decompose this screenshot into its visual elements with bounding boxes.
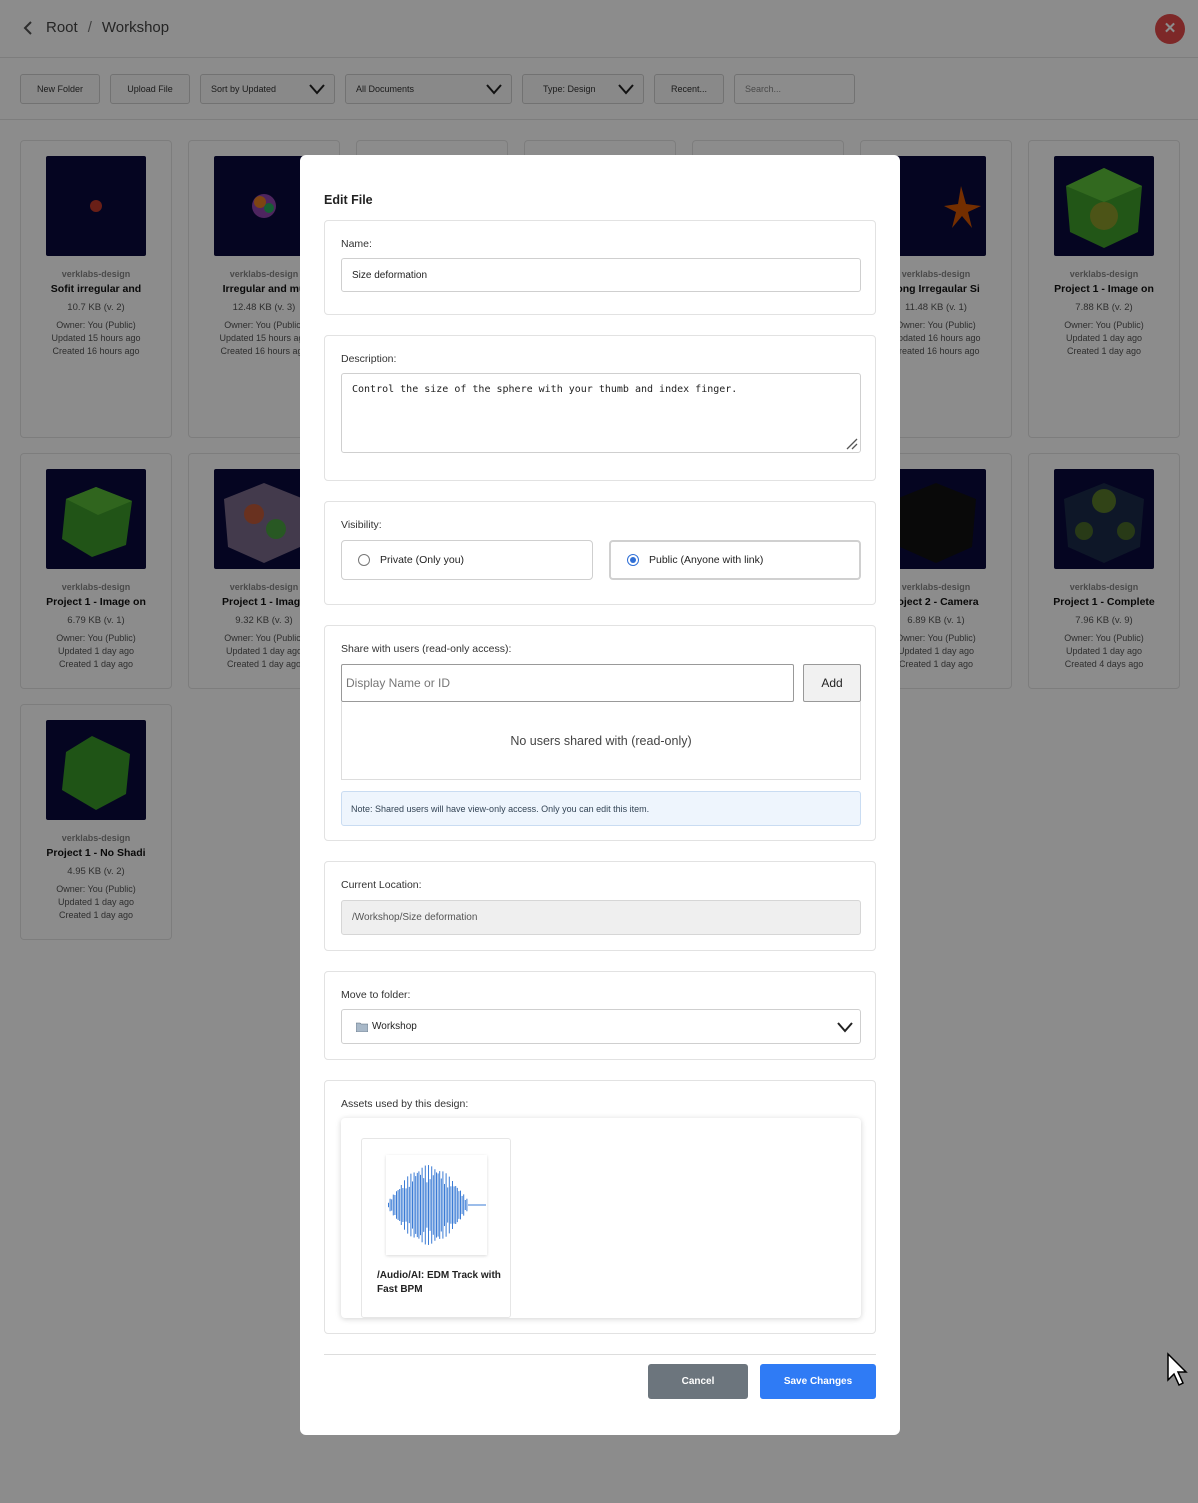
description-section: Description: Control the size of the sph…: [324, 335, 876, 481]
description-field[interactable]: Control the size of the sphere with your…: [341, 373, 861, 453]
empty-state-text: No users shared with (read-only): [510, 733, 692, 748]
waveform-icon: [386, 1155, 487, 1255]
visibility-section: Visibility: Private (Only you) Public (A…: [324, 501, 876, 605]
location-field: /Workshop/Size deformation: [341, 900, 861, 935]
name-label: Name:: [341, 238, 372, 250]
name-field-value: Size deformation: [352, 269, 428, 281]
public-option-label: Public (Anyone with link): [649, 554, 764, 566]
shared-users-list: No users shared with (read-only): [341, 702, 861, 780]
private-option[interactable]: Private (Only you): [341, 540, 593, 580]
save-changes-button[interactable]: Save Changes: [760, 1364, 876, 1399]
edit-file-dialog: Edit File Name: Size deformation Descrip…: [300, 155, 900, 1435]
share-user-input[interactable]: Display Name or ID: [341, 664, 794, 702]
name-field[interactable]: Size deformation: [341, 258, 861, 292]
share-label: Share with users (read-only access):: [341, 643, 512, 655]
radio-checked-icon[interactable]: [627, 554, 639, 566]
share-note: Note: Shared users will have view-only a…: [341, 791, 861, 826]
public-option[interactable]: Public (Anyone with link): [609, 540, 861, 580]
assets-section: Assets used by this design: /Audio/AI: E…: [324, 1080, 876, 1334]
private-option-label: Private (Only you): [380, 554, 465, 566]
footer-divider: [324, 1354, 876, 1355]
asset-name: /Audio/AI: EDM Track with Fast BPM: [377, 1270, 501, 1295]
move-label: Move to folder:: [341, 989, 411, 1001]
share-section: Share with users (read-only access): Dis…: [324, 625, 876, 841]
share-user-placeholder: Display Name or ID: [346, 676, 451, 690]
folder-icon: [356, 1022, 368, 1032]
location-section: Current Location: /Workshop/Size deforma…: [324, 861, 876, 951]
folder-select-value: Workshop: [372, 1021, 417, 1032]
description-field-value: Control the size of the sphere with your…: [352, 384, 738, 395]
assets-panel: /Audio/AI: EDM Track with Fast BPM: [341, 1118, 861, 1318]
assets-label: Assets used by this design:: [341, 1098, 469, 1110]
asset-card[interactable]: /Audio/AI: EDM Track with Fast BPM: [361, 1138, 511, 1318]
name-section: Name: Size deformation: [324, 220, 876, 315]
chevron-down-icon: [837, 1022, 853, 1033]
folder-select[interactable]: Workshop: [341, 1009, 861, 1044]
description-label: Description:: [341, 353, 397, 365]
visibility-label: Visibility:: [341, 519, 382, 531]
cancel-button[interactable]: Cancel: [648, 1364, 748, 1399]
move-section: Move to folder: Workshop: [324, 971, 876, 1060]
radio-unchecked-icon[interactable]: [358, 554, 370, 566]
mouse-cursor-icon: [1167, 1352, 1188, 1387]
dialog-title: Edit File: [324, 193, 373, 207]
location-label: Current Location:: [341, 879, 422, 891]
resize-handle-icon[interactable]: [844, 436, 858, 450]
add-user-button[interactable]: Add: [803, 664, 861, 702]
